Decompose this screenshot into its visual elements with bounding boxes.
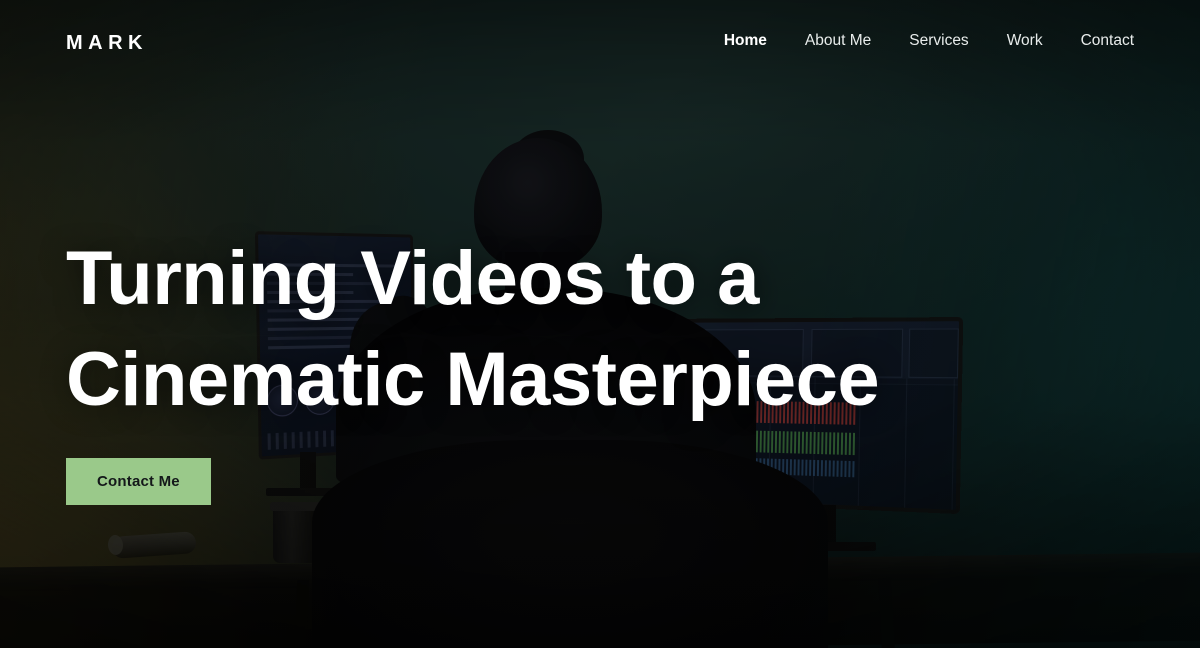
site-header: MARK Home About Me Services Work Contact: [0, 0, 1200, 90]
nav-item-about-me[interactable]: About Me: [805, 33, 871, 49]
main-navigation: Home About Me Services Work Contact: [724, 33, 1134, 49]
nav-item-contact[interactable]: Contact: [1081, 33, 1134, 49]
hero-section: MARK Home About Me Services Work Contact…: [0, 0, 1200, 648]
hero-content: Turning Videos to a Cinematic Masterpiec…: [66, 228, 986, 506]
hero-headline-line-2: Cinematic Masterpiece: [66, 337, 880, 423]
nav-item-services[interactable]: Services: [909, 33, 968, 49]
nav-item-home[interactable]: Home: [724, 33, 767, 49]
nav-item-work[interactable]: Work: [1007, 33, 1043, 49]
hero-headline-line-1: Turning Videos to a: [66, 236, 759, 321]
site-logo[interactable]: MARK: [66, 33, 148, 53]
contact-me-button[interactable]: Contact Me: [66, 458, 211, 506]
hero-headline: Turning Videos to a Cinematic Masterpiec…: [66, 228, 986, 430]
